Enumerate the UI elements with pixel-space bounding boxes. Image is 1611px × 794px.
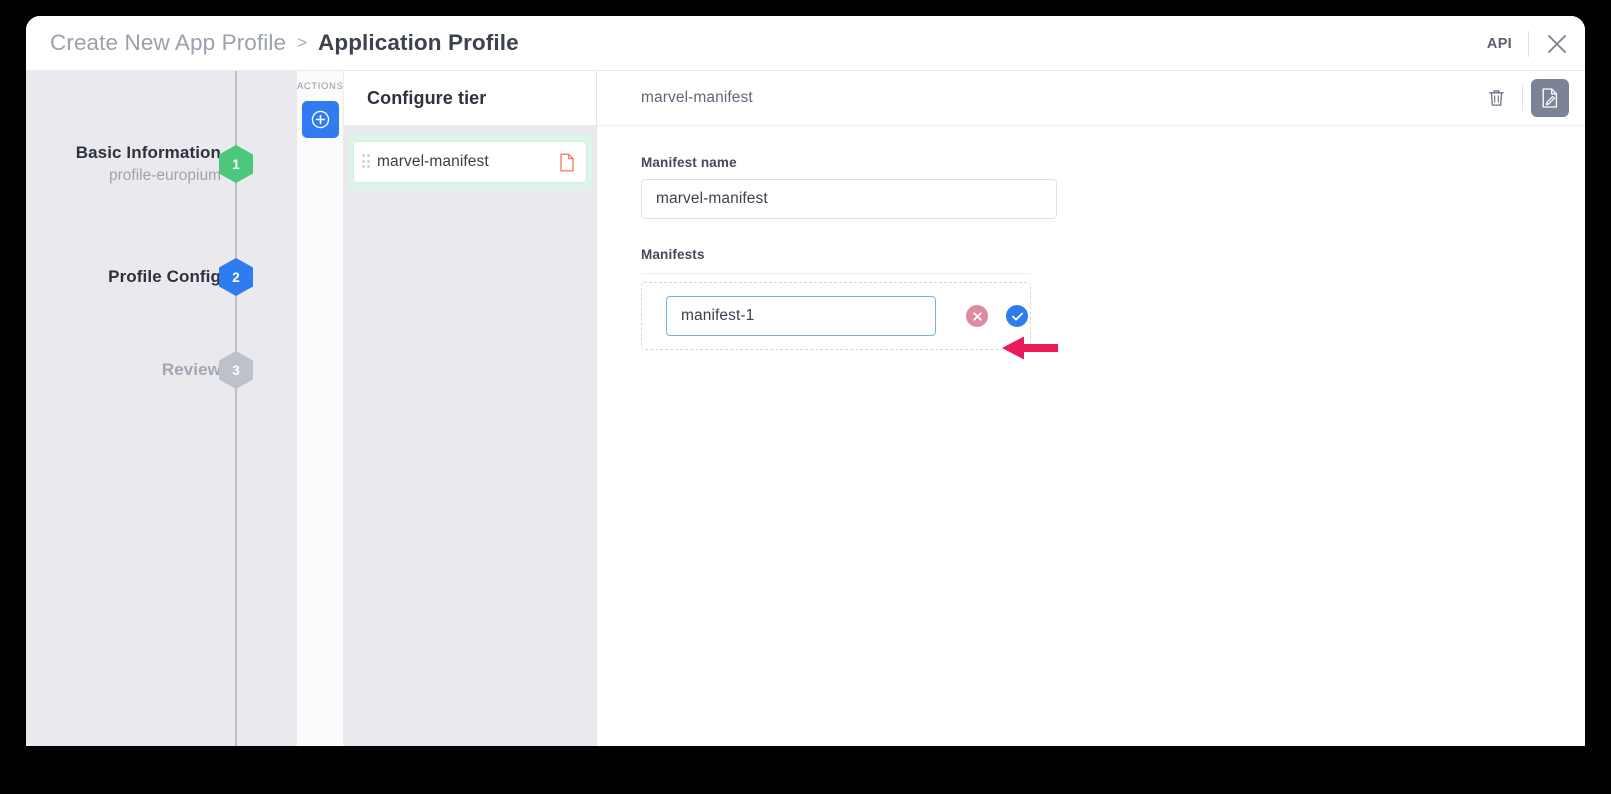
stepper-step-1-subtitle: profile-europium — [76, 166, 221, 186]
tier-list-column: Configure tier marvel-manifest — [344, 71, 597, 746]
breadcrumb: Create New App Profile > Application Pro… — [50, 30, 519, 56]
manifest-name-label: Manifest name — [641, 155, 1585, 170]
stepper-step-3-title: Review — [162, 359, 221, 381]
manifest-name-input[interactable]: marvel-manifest — [641, 179, 1057, 219]
confirm-manifest-button[interactable] — [1006, 305, 1028, 327]
stepper-step-3-marker: 3 — [219, 351, 253, 389]
detail-panel: marvel-manifest — [597, 71, 1585, 746]
modal-header: Create New App Profile > Application Pro… — [26, 16, 1585, 71]
stepper-step-1-text: Basic Information profile-europium — [76, 142, 221, 187]
check-circle-icon — [1011, 311, 1024, 322]
modal-body: Basic Information profile-europium 1 Pro… — [26, 71, 1585, 746]
drag-handle-icon[interactable] — [362, 154, 370, 170]
actions-rail-label: ACTIONS — [297, 81, 343, 92]
stepper-step-3-text: Review — [162, 359, 221, 381]
tier-item-selected-wrapper: marvel-manifest — [348, 134, 592, 190]
actions-rail: ACTIONS — [297, 71, 344, 746]
stepper-step-1[interactable]: Basic Information profile-europium 1 — [26, 144, 297, 184]
stepper-step-3-number: 3 — [219, 351, 253, 389]
stepper-rail: Basic Information profile-europium 1 Pro… — [26, 71, 297, 746]
tier-item-marvel-manifest[interactable]: marvel-manifest — [353, 141, 587, 183]
plus-circle-icon — [310, 109, 331, 130]
document-edit-icon — [1540, 87, 1560, 109]
document-icon — [559, 153, 575, 172]
tier-item-label: marvel-manifest — [377, 153, 559, 171]
manifests-list: manifest-1 — [641, 273, 1031, 350]
stepper-step-3[interactable]: Review 3 — [26, 350, 297, 390]
configure-tier-title: Configure tier — [367, 88, 486, 109]
stepper-step-2-title: Profile Config — [108, 266, 221, 288]
detail-panel-header: marvel-manifest — [597, 71, 1585, 126]
detail-panel-content: Manifest name marvel-manifest Manifests … — [597, 126, 1585, 350]
app-profile-modal: Create New App Profile > Application Pro… — [26, 16, 1585, 746]
stepper-step-2-text: Profile Config — [108, 266, 221, 288]
detail-panel-title: marvel-manifest — [641, 89, 1478, 107]
breadcrumb-separator: > — [297, 33, 307, 53]
manifest-entry-input[interactable]: manifest-1 — [666, 296, 936, 336]
detail-header-divider — [1522, 85, 1523, 111]
breadcrumb-current: Application Profile — [318, 30, 519, 56]
manifests-label: Manifests — [641, 247, 1585, 262]
manifest-row: manifest-1 — [641, 282, 1031, 350]
trash-icon — [1487, 88, 1506, 108]
add-tier-button[interactable] — [302, 101, 339, 138]
close-circle-icon — [972, 311, 983, 322]
close-icon — [1545, 32, 1569, 56]
stepper-step-2-marker: 2 — [219, 258, 253, 296]
stepper-step-1-marker: 1 — [219, 145, 253, 183]
stepper-step-1-number: 1 — [219, 145, 253, 183]
close-button[interactable] — [1529, 16, 1585, 71]
header-actions: API — [1471, 16, 1585, 71]
stepper-step-1-title: Basic Information — [76, 142, 221, 164]
stepper-step-2-number: 2 — [219, 258, 253, 296]
edit-manifest-button[interactable] — [1531, 79, 1569, 117]
stepper-step-2[interactable]: Profile Config 2 — [26, 257, 297, 297]
breadcrumb-parent[interactable]: Create New App Profile — [50, 30, 286, 56]
cancel-manifest-button[interactable] — [966, 305, 988, 327]
tier-list-header: Configure tier — [344, 71, 596, 126]
delete-button[interactable] — [1478, 80, 1514, 116]
api-link[interactable]: API — [1471, 36, 1528, 52]
